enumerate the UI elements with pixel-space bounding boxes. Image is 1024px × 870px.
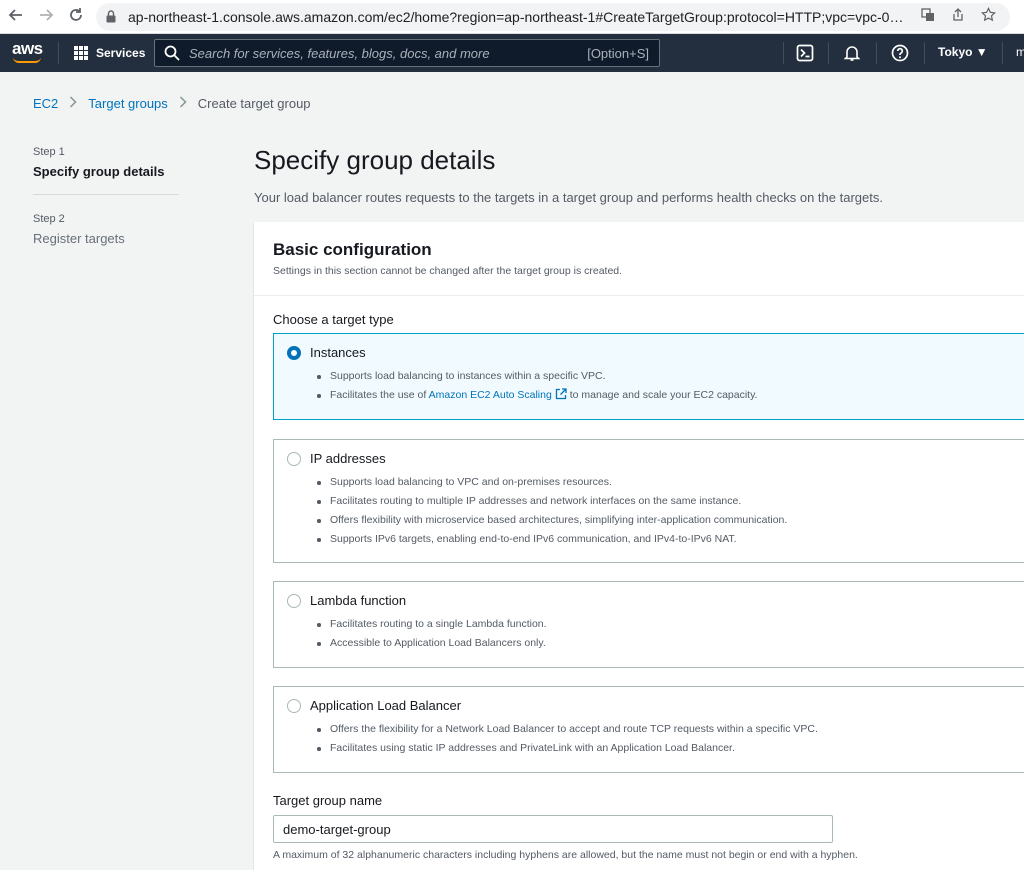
chevron-right-icon: [179, 95, 187, 111]
section-description: Settings in this section cannot be chang…: [273, 265, 623, 277]
bullet-item: Facilitates routing to a single Lambda f…: [317, 615, 547, 634]
bullet-item: Supports IPv6 targets, enabling end-to-e…: [317, 530, 787, 549]
option-bullets: Offers the flexibility for a Network Loa…: [317, 720, 818, 758]
nav-divider: [1002, 42, 1003, 64]
radio-lambda[interactable]: [287, 594, 301, 608]
bullet-item: Supports load balancing to instances wit…: [317, 367, 757, 386]
nav-divider: [783, 42, 784, 64]
wizard-step-1: Step 1 Specify group details: [33, 146, 164, 179]
bullet-item: Accessible to Application Load Balancers…: [317, 634, 547, 653]
bullet-item: Supports load balancing to VPC and on-pr…: [317, 473, 787, 492]
step-title: Specify group details: [33, 164, 165, 179]
page-description: Your load balancer routes requests to th…: [254, 190, 883, 205]
search-shortcut: [Option+S]: [587, 46, 649, 61]
arrow-left-icon[interactable]: [6, 7, 26, 27]
breadcrumb-target-groups-link[interactable]: Target groups: [88, 96, 168, 111]
step-number: Step 2: [33, 213, 65, 225]
search-placeholder: Search for services, features, blogs, do…: [189, 46, 490, 61]
step-number: Step 1: [33, 146, 65, 158]
bell-icon[interactable]: [843, 44, 861, 62]
reload-icon[interactable]: [66, 7, 86, 27]
radio-ip-addresses[interactable]: [287, 452, 301, 466]
page-title: Specify group details: [254, 145, 496, 175]
aws-logo[interactable]: aws: [12, 39, 46, 65]
bookmark-star-icon[interactable]: [978, 6, 998, 27]
bullet-text: to manage and scale your EC2 capacity.: [569, 389, 758, 401]
nav-divider: [828, 42, 829, 64]
panel-header: Basic configuration Settings in this sec…: [254, 222, 1024, 296]
help-icon[interactable]: [891, 44, 909, 62]
bullet-item: Facilitates the use of Amazon EC2 Auto S…: [317, 386, 757, 405]
account-menu[interactable]: m: [1016, 45, 1024, 59]
option-bullets: Supports load balancing to VPC and on-pr…: [317, 473, 787, 549]
option-title: Instances: [310, 345, 366, 360]
radio-alb[interactable]: [287, 699, 301, 713]
target-type-label: Choose a target type: [273, 312, 394, 327]
step-title: Register targets: [33, 231, 125, 246]
name-constraint-text: A maximum of 32 alphanumeric characters …: [273, 849, 858, 861]
bullet-item: Offers flexibility with microservice bas…: [317, 511, 787, 530]
target-group-name-input[interactable]: [273, 815, 833, 843]
lock-icon: [106, 10, 116, 23]
radio-instances[interactable]: [287, 346, 301, 360]
translate-icon[interactable]: [918, 7, 938, 27]
basic-configuration-panel: Basic configuration Settings in this sec…: [254, 222, 1024, 870]
option-title: Lambda function: [310, 593, 407, 608]
target-type-option-ip-addresses[interactable]: IP addresses Supports load balancing to …: [273, 439, 1024, 563]
breadcrumb-current: Create target group: [197, 95, 311, 111]
arrow-right-icon[interactable]: [36, 7, 56, 27]
aws-smile-mark: [13, 57, 41, 63]
bullet-item: Facilitates using static IP addresses an…: [317, 739, 818, 758]
region-selector[interactable]: Tokyo ▼: [938, 45, 988, 59]
aws-logo-text: aws: [12, 39, 43, 58]
services-menu-button[interactable]: Services: [74, 44, 145, 62]
services-label: Services: [96, 46, 146, 60]
url-text: ap-northeast-1.console.aws.amazon.com/ec…: [128, 9, 908, 25]
bullet-item: Facilitates routing to multiple IP addre…: [317, 492, 787, 511]
option-title: IP addresses: [310, 451, 386, 466]
browser-toolbar: ap-northeast-1.console.aws.amazon.com/ec…: [0, 0, 1024, 34]
target-type-option-lambda[interactable]: Lambda function Facilitates routing to a…: [273, 581, 1024, 668]
target-group-name-label: Target group name: [273, 793, 383, 808]
search-input[interactable]: Search for services, features, blogs, do…: [154, 39, 660, 67]
bullet-item: Offers the flexibility for a Network Loa…: [317, 720, 818, 739]
wizard-step-2: Step 2 Register targets: [33, 213, 125, 246]
chevron-right-icon: [69, 95, 77, 111]
breadcrumb-ec2-link[interactable]: EC2: [33, 96, 58, 111]
option-bullets: Supports load balancing to instances wit…: [317, 367, 757, 405]
nav-divider: [924, 42, 925, 64]
aws-top-nav: aws Services Search for services, featur…: [0, 34, 1024, 72]
search-icon: [164, 45, 180, 61]
target-type-option-alb[interactable]: Application Load Balancer Offers the fle…: [273, 686, 1024, 773]
grid-icon: [74, 46, 88, 60]
section-title: Basic configuration: [273, 240, 432, 259]
step-divider: [33, 194, 179, 195]
nav-divider: [58, 42, 59, 64]
option-title: Application Load Balancer: [310, 698, 462, 713]
share-icon[interactable]: [948, 7, 968, 27]
ec2-auto-scaling-link[interactable]: Amazon EC2 Auto Scaling: [429, 389, 552, 401]
target-type-option-instances[interactable]: Instances Supports load balancing to ins…: [273, 333, 1024, 420]
breadcrumb: EC2 Target groups Create target group: [33, 95, 311, 111]
bullet-text: Facilitates the use of: [330, 389, 427, 401]
cloudshell-icon[interactable]: [796, 44, 814, 62]
external-link-icon: [555, 388, 567, 400]
nav-divider: [876, 42, 877, 64]
address-bar[interactable]: ap-northeast-1.console.aws.amazon.com/ec…: [96, 3, 1010, 31]
option-bullets: Facilitates routing to a single Lambda f…: [317, 615, 547, 653]
